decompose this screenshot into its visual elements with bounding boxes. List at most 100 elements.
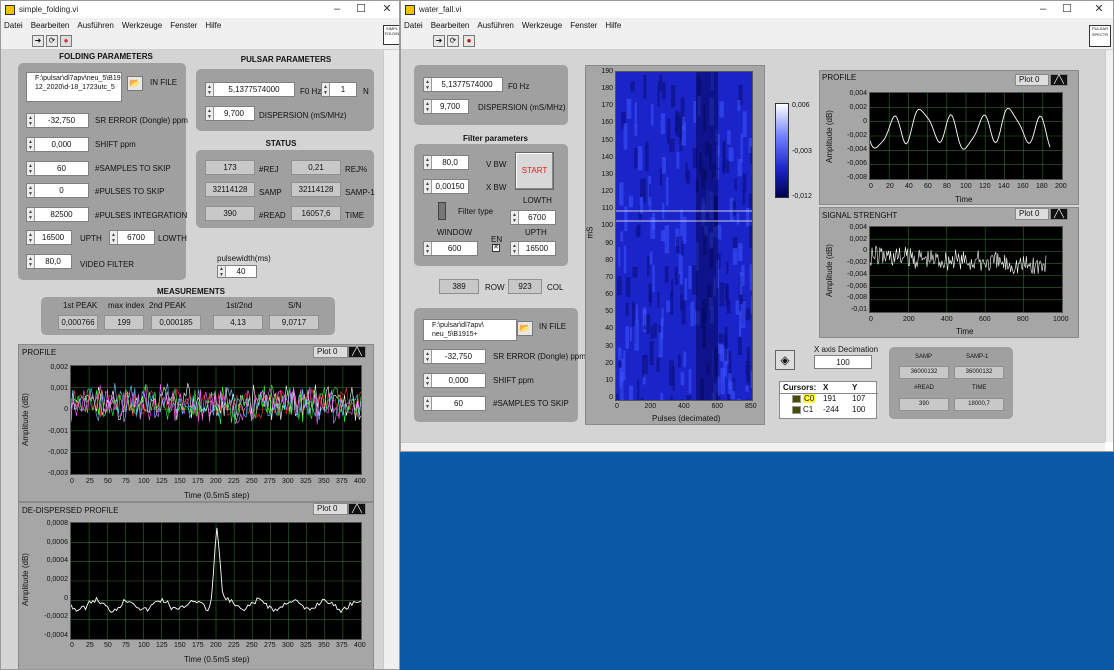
dedispersed-legend[interactable]: Plot 0 [313, 503, 348, 515]
waterfall-cell [669, 138, 675, 152]
waterfall-cell [649, 341, 654, 366]
dedispersed-xtick-16: 400 [354, 642, 366, 649]
menu-bearbeiten[interactable]: Bearbeiten [31, 21, 70, 30]
waterfall-cell [629, 327, 632, 342]
infile-path[interactable]: F:\pulsar\dl7apv\neu_5\B1915+ 12_2020\d-… [26, 72, 122, 102]
dedispersed-ytick-5: -0,0002 [44, 613, 68, 621]
menu-datei[interactable]: Datei [4, 21, 23, 30]
vbw-value: 80,0 [442, 158, 458, 167]
maximize-icon[interactable]: ☐ [353, 2, 369, 16]
run-arrow-icon[interactable]: ➜ [32, 35, 44, 47]
profile-xtick-16: 400 [354, 478, 366, 485]
vertical-scrollbar[interactable] [383, 50, 399, 669]
close-icon[interactable]: ✕ [1091, 2, 1107, 16]
dispersion-field[interactable]: ▲ ▼ 9,700 [205, 106, 255, 121]
plot-style-icon[interactable]: ╱╲ [1050, 74, 1068, 86]
signal-xtick-5: 1000 [1053, 316, 1069, 323]
browse-folder-icon[interactable]: 📂 [127, 76, 143, 91]
horizontal-scrollbar[interactable] [401, 442, 1105, 451]
upth-field[interactable]: ▲ ▼ 16500 [26, 230, 72, 245]
waterfall-cell [723, 140, 726, 169]
minimize-icon[interactable]: – [329, 2, 345, 16]
dedispersed-xtick-8: 200 [210, 642, 222, 649]
waterfall-cell [648, 196, 652, 212]
signal-legend[interactable]: Plot 0 [1015, 208, 1049, 220]
plot-style-icon[interactable]: ╱╲ [348, 346, 366, 358]
menu-ausfuehren[interactable]: Ausführen [477, 21, 513, 30]
menu-ausfuehren[interactable]: Ausführen [77, 21, 113, 30]
pulses-skip-field[interactable]: ▲ ▼ 0 [26, 183, 89, 198]
wf-profile-legend[interactable]: Plot 0 [1015, 74, 1049, 86]
waterfall-cell [748, 193, 752, 209]
samp-indicator: 32114128 [205, 182, 255, 197]
profile-x-label: Time (0.5mS step) [184, 491, 250, 500]
shift-field[interactable]: ▲ ▼ 0,000 [423, 373, 486, 388]
profile-ytick-1: 0,001 [50, 385, 68, 393]
minimize-icon[interactable]: – [1035, 2, 1051, 16]
menu-werkzeuge[interactable]: Werkzeuge [122, 21, 162, 30]
run-continuous-icon[interactable]: ⟳ [447, 35, 459, 47]
lowth-field[interactable]: ▲ ▼ 6700 [109, 230, 155, 245]
video-filter-field[interactable]: ▲ ▼ 80,0 [26, 254, 72, 269]
dispersion-field[interactable]: ▲ ▼ 9,700 [423, 99, 469, 114]
plot-style-icon[interactable]: ╱╲ [348, 503, 366, 515]
signal-xtick-4: 800 [1017, 316, 1029, 323]
close-icon[interactable]: ✕ [379, 2, 395, 16]
menu-fenster[interactable]: Fenster [170, 21, 197, 30]
menu-hilfe[interactable]: Hilfe [605, 21, 621, 30]
f0-field[interactable]: ▲ ▼ 5,1377574000 [423, 77, 503, 92]
waterfall-xtick-1: 200 [644, 403, 657, 410]
window-field[interactable]: ▲ ▼ 600 [423, 241, 478, 256]
sr-error-field[interactable]: ▲ ▼ -32,750 [423, 349, 486, 364]
menu-werkzeuge[interactable]: Werkzeuge [522, 21, 562, 30]
f0-field[interactable]: ▲ ▼ 5,1377574000 [205, 82, 295, 97]
xdec-value: 100 [836, 357, 850, 367]
pulses-int-field[interactable]: ▲ ▼ 82500 [26, 207, 89, 222]
measurements-header: MEASUREMENTS [156, 287, 225, 296]
run-continuous-icon[interactable]: ⟳ [46, 35, 58, 47]
vertical-scrollbar[interactable] [1105, 50, 1113, 442]
waterfall-ytick-11: 80 [605, 256, 613, 264]
run-arrow-icon[interactable]: ➜ [433, 35, 445, 47]
profile-xtick-11: 275 [264, 478, 276, 485]
browse-folder-icon[interactable]: 📂 [517, 321, 533, 336]
profile-legend[interactable]: Plot 0 [313, 346, 348, 358]
cursor-c1-x: -244 [823, 405, 840, 414]
abort-icon[interactable]: ● [463, 35, 475, 47]
menu-fenster[interactable]: Fenster [570, 21, 597, 30]
samples-skip-field[interactable]: ▲ ▼ 60 [423, 396, 486, 411]
menu-hilfe[interactable]: Hilfe [205, 21, 221, 30]
waterfall-cell [664, 225, 670, 254]
samples-skip-field[interactable]: ▲ ▼ 60 [26, 161, 89, 176]
lowth-value: 6700 [127, 233, 145, 242]
start-button[interactable]: START [515, 152, 554, 190]
waterfall-cell [619, 182, 624, 206]
shift-field[interactable]: ▲ ▼ 0,000 [26, 137, 89, 152]
waterfall-cell [661, 307, 664, 327]
cursor-c1-name: C1 [803, 405, 814, 414]
pulsewidth-field[interactable]: ▲ ▼ 40 [217, 265, 257, 278]
sr-error-field[interactable]: ▲ ▼ -32,750 [26, 113, 89, 128]
plot-style-icon[interactable]: ╱╲ [1050, 208, 1068, 220]
profile-xtick-1: 25 [86, 478, 94, 485]
n-field[interactable]: ▲ ▼ 1 [321, 82, 357, 97]
abort-icon[interactable]: ● [60, 35, 72, 47]
menu-bearbeiten[interactable]: Bearbeiten [431, 21, 470, 30]
lowth-label: LOWTH [158, 234, 187, 243]
cursor-move-icon[interactable]: ◈ [775, 350, 795, 370]
menu-datei[interactable]: Datei [404, 21, 423, 30]
shift-label: SHIFT ppm [95, 140, 136, 149]
lowth-field[interactable]: ▲ ▼ 6700 [510, 210, 556, 225]
upth-field[interactable]: ▲ ▼ 16500 [510, 241, 556, 256]
waterfall-cell [736, 398, 741, 400]
xbw-field[interactable]: ▲ ▼ 0,00150 [423, 179, 469, 194]
maximize-icon[interactable]: ☐ [1059, 2, 1075, 16]
infile-path[interactable]: F:\pulsar\dl7apv\ neu_5\B1915+ [423, 319, 517, 341]
cursor-table[interactable]: Cursors: X Y C0 191 107 C1 -244 100 [779, 381, 878, 419]
filter-type-switch[interactable] [438, 202, 446, 220]
cursor-header-y: Y [852, 383, 858, 392]
vbw-field[interactable]: ▲ ▼ 80,0 [423, 155, 469, 170]
xdec-field[interactable]: 100 [814, 355, 872, 369]
en-checkbox[interactable]: ✕ [492, 244, 500, 252]
waterfall-cell [657, 81, 660, 107]
